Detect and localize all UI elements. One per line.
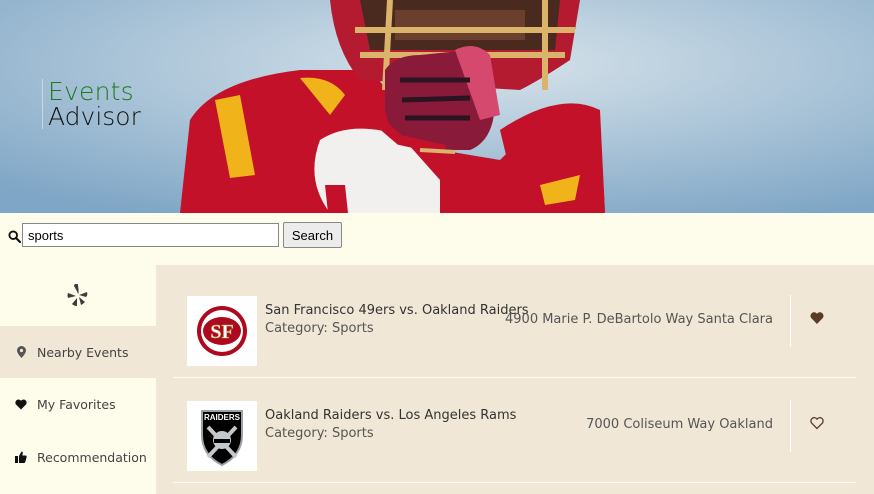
sidebar-item-label: Nearby Events — [37, 344, 129, 360]
sidebar-item-label: My Favorites — [37, 396, 116, 412]
map-marker-icon — [15, 346, 27, 358]
yelp-icon — [67, 284, 88, 306]
search-button[interactable]: Search — [283, 222, 342, 248]
hero-banner: Events Advisor — [0, 0, 874, 213]
event-category: Category: Sports — [265, 426, 374, 441]
raiders-logo-icon: RAIDERS — [201, 410, 243, 467]
sidebar-item-label: Recommendation — [37, 449, 147, 465]
sidebar-item-nearby-events[interactable]: Nearby Events — [0, 326, 156, 378]
event-address: 7000 Coliseum Way Oakland — [586, 417, 773, 432]
event-item[interactable]: RAIDERS Oakland Raiders vs. Los Angeles … — [173, 387, 856, 483]
event-title[interactable]: Oakland Raiders vs. Los Angeles Rams — [265, 408, 516, 423]
heart-icon — [15, 398, 27, 410]
divider — [790, 295, 791, 347]
sidebar-item-my-favorites[interactable]: My Favorites — [0, 378, 156, 430]
event-thumbnail: RAIDERS — [187, 401, 257, 471]
search-input[interactable] — [22, 223, 279, 247]
49ers-logo-icon: SF — [197, 306, 247, 356]
svg-text:RAIDERS: RAIDERS — [204, 413, 241, 422]
favorite-heart-outline-icon[interactable] — [810, 416, 824, 430]
event-address: 4900 Marie P. DeBartolo Way Santa Clara — [505, 312, 773, 327]
brand-logo: Events Advisor — [42, 79, 141, 129]
favorite-heart-filled-icon[interactable] — [810, 311, 824, 325]
thumbs-up-icon — [15, 451, 27, 463]
brand-title-line2: Advisor — [48, 102, 141, 131]
event-category: Category: Sports — [265, 321, 374, 336]
svg-text:SF: SF — [210, 321, 233, 343]
event-item[interactable]: SF San Francisco 49ers vs. Oakland Raide… — [173, 282, 856, 378]
search-icon — [8, 230, 21, 243]
divider — [790, 400, 791, 452]
event-thumbnail: SF — [187, 296, 257, 366]
brand-title-line1: Events — [48, 77, 134, 106]
sidebar-item-recommendation[interactable]: Recommendation — [0, 431, 156, 483]
event-title[interactable]: San Francisco 49ers vs. Oakland Raiders — [265, 303, 529, 318]
